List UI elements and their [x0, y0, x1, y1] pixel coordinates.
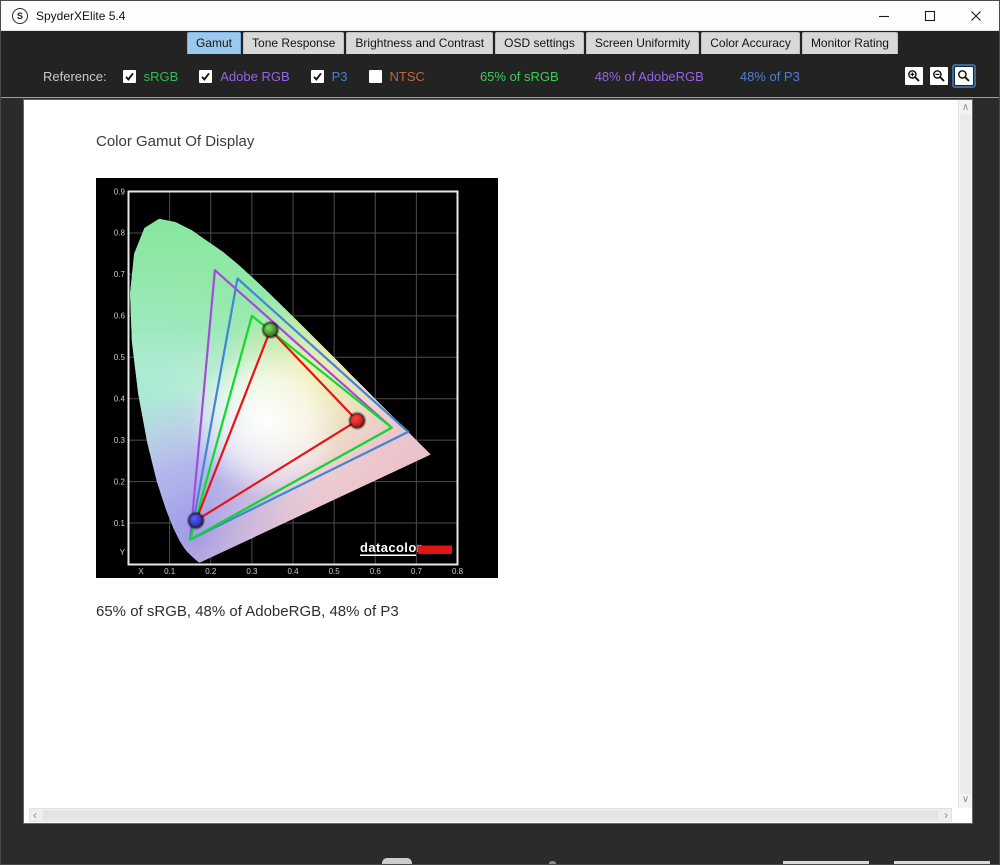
svg-text:0.1: 0.1 — [114, 519, 126, 528]
coverage-stat: 65% of sRGB — [479, 68, 559, 84]
checkmark-icon — [124, 72, 134, 81]
reference-option-label: P3 — [331, 68, 348, 84]
scroll-left-icon[interactable]: ‹ — [33, 809, 37, 821]
content-region: Color Gamut Of Display 0.1 0.2 0.3 0.4 0.5 0.… — [1, 97, 999, 864]
reference-option-srgb: sRGB — [122, 68, 179, 84]
close-icon — [971, 10, 981, 21]
vertical-scrollbar[interactable]: ∧ ∨ — [958, 100, 972, 808]
svg-text:0.3: 0.3 — [246, 567, 258, 576]
svg-text:0.9: 0.9 — [114, 187, 126, 196]
gamut-coverage-stats: 65% of sRGB 48% of AdobeRGB 48% of P3 — [446, 69, 800, 84]
vertical-scroll-thumb[interactable] — [960, 114, 971, 794]
svg-text:0.1: 0.1 — [164, 567, 176, 576]
page-title: Color Gamut Of Display — [96, 133, 255, 150]
zoom-out-icon — [933, 70, 945, 82]
svg-text:0.6: 0.6 — [114, 312, 126, 321]
app-window: S SpyderXElite 5.4 Gamut Tone Response Bri… — [0, 0, 1000, 865]
minimize-button[interactable] — [861, 1, 907, 30]
close-button[interactable] — [953, 1, 999, 30]
checkbox-ntsc[interactable] — [368, 69, 382, 83]
window-titlebar: S SpyderXElite 5.4 — [1, 1, 999, 31]
maximize-button[interactable] — [907, 1, 953, 30]
svg-text:0.4: 0.4 — [287, 567, 299, 576]
svg-text:0.2: 0.2 — [205, 567, 217, 576]
window-title: SpyderXElite 5.4 — [36, 8, 126, 23]
tab-gamut[interactable]: Gamut — [187, 32, 242, 54]
checkbox-srgb[interactable] — [122, 69, 136, 83]
reference-option-adobe-rgb: Adobe RGB — [199, 68, 290, 84]
checkbox-adobe-rgb[interactable] — [199, 69, 213, 83]
svg-text:Y: Y — [120, 548, 126, 557]
svg-text:0.7: 0.7 — [114, 270, 126, 279]
svg-text:datacolor: datacolor — [360, 540, 422, 555]
reference-option-p3: P3 — [310, 68, 348, 84]
tab-brightness-and-contrast[interactable]: Brightness and Contrast — [346, 32, 494, 54]
scroll-up-icon[interactable]: ∧ — [959, 102, 972, 114]
window-controls — [861, 1, 999, 30]
scroll-right-icon[interactable]: › — [944, 809, 948, 821]
scroll-down-icon[interactable]: ∨ — [959, 794, 972, 806]
svg-text:0.2: 0.2 — [114, 477, 126, 486]
zoom-in-button[interactable] — [905, 67, 923, 85]
svg-text:0.5: 0.5 — [329, 567, 341, 576]
zoom-reset-button[interactable] — [955, 67, 973, 85]
svg-text:0.8: 0.8 — [114, 229, 126, 238]
gamut-coverage-caption: 65% of sRGB, 48% of AdobeRGB, 48% of P3 — [96, 603, 399, 620]
minimize-icon — [879, 15, 889, 17]
tab-osd-settings[interactable]: OSD settings — [495, 32, 584, 54]
horizontal-scroll-thumb[interactable] — [43, 810, 938, 820]
reference-bar: Reference: sRGB Adobe RGB P3 NTSC 65% of sR… — [1, 57, 999, 95]
svg-text:0.3: 0.3 — [114, 436, 126, 445]
cutoff-dot-fragment — [549, 861, 556, 864]
logo-letter: S — [16, 10, 23, 21]
tab-bar: Gamut Tone Response Brightness and Contras… — [187, 32, 898, 54]
reference-label: Reference: — [43, 68, 107, 84]
svg-text:0.4: 0.4 — [114, 395, 126, 404]
svg-text:0.5: 0.5 — [114, 353, 126, 362]
zoom-in-icon — [908, 70, 920, 82]
cutoff-button-fragment-right — [894, 861, 990, 864]
horizontal-scrollbar[interactable]: ‹ › — [29, 808, 952, 822]
cutoff-button-fragment-left — [783, 861, 869, 864]
checkbox-p3[interactable] — [310, 69, 324, 83]
checkmark-icon — [312, 72, 322, 81]
tab-tone-response[interactable]: Tone Response — [243, 32, 345, 54]
reference-option-label: NTSC — [389, 68, 425, 84]
reference-option-label: Adobe RGB — [220, 68, 290, 84]
svg-text:0.7: 0.7 — [411, 567, 423, 576]
svg-text:X: X — [138, 567, 144, 576]
svg-text:0.6: 0.6 — [370, 567, 382, 576]
checkmark-icon — [201, 72, 210, 81]
chart-container: 0.1 0.2 0.3 0.4 0.5 0.6 0.7 0.8 X 0.1 0.2 0.3 0.4 0.5… — [96, 178, 498, 578]
app-chrome: Gamut Tone Response Brightness and Contras… — [1, 31, 999, 97]
maximize-icon — [924, 10, 936, 21]
spyder-logo-icon: S — [12, 7, 28, 24]
zoom-reset-icon — [958, 70, 970, 82]
coverage-stat: 48% of AdobeRGB — [594, 68, 704, 84]
tab-screen-uniformity[interactable]: Screen Uniformity — [585, 32, 700, 54]
coverage-stat: 48% of P3 — [739, 68, 800, 84]
cutoff-button-fragment — [382, 858, 412, 864]
tab-color-accuracy[interactable]: Color Accuracy — [701, 32, 800, 54]
reference-option-label: sRGB — [143, 68, 179, 84]
reference-options: sRGB Adobe RGB P3 NTSC — [122, 68, 446, 84]
report-panel: Color Gamut Of Display 0.1 0.2 0.3 0.4 0.5 0.… — [23, 99, 973, 824]
svg-text:0.8: 0.8 — [452, 567, 464, 576]
tab-monitor-rating[interactable]: Monitor Rating — [801, 32, 898, 54]
reference-option-ntsc: NTSC — [368, 68, 425, 84]
cie-chromaticity-diagram: 0.1 0.2 0.3 0.4 0.5 0.6 0.7 0.8 X 0.1 0.2 0.3 0.4 0.5… — [96, 178, 498, 578]
zoom-controls — [905, 67, 973, 85]
zoom-out-button[interactable] — [930, 67, 948, 85]
